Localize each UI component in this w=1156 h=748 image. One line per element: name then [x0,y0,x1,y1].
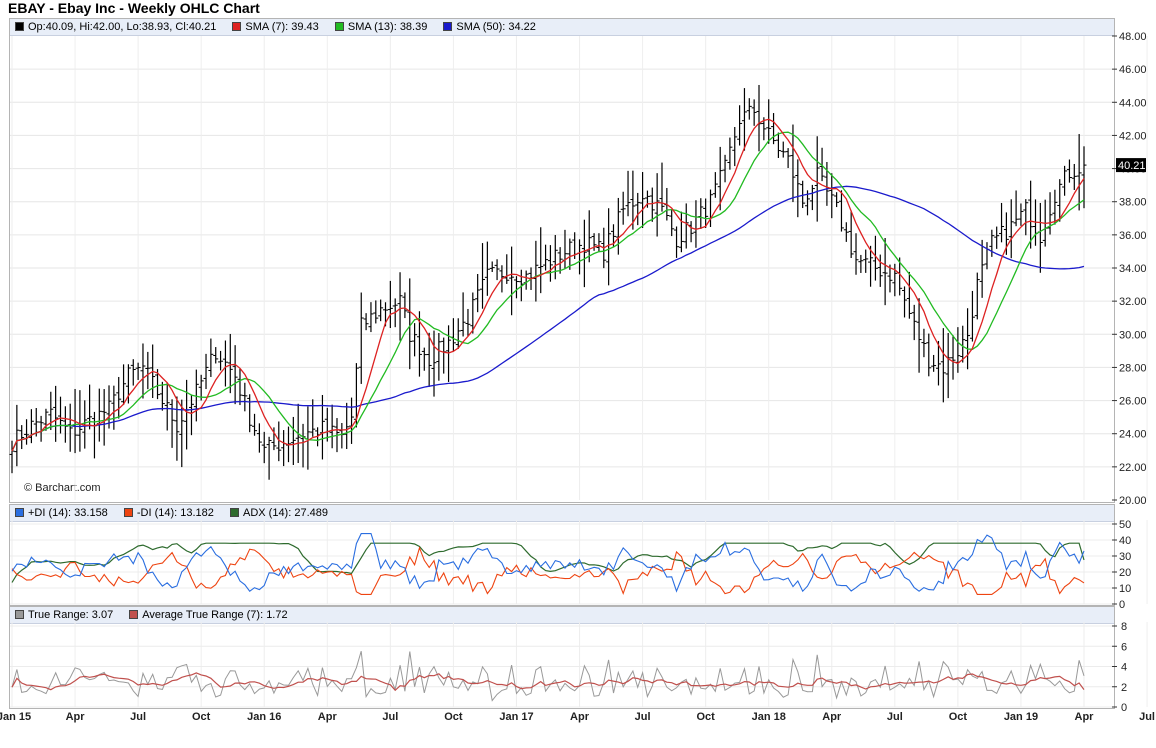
tr-tick-label: 6 [1121,641,1127,653]
price-tick-label: 22.00 [1119,462,1147,474]
x-axis-label: Oct [696,711,715,723]
chart-svg: 20.00 22.00 24.00 26.00 28.00 30.00 32.00 34.00… [9,31,1148,714]
price-tick-label: 38.00 [1119,197,1147,209]
x-axis-label: Apr [822,711,842,723]
x-axis-label: Jul [1139,711,1155,723]
x-axis-label: Apr [65,711,85,723]
x-axis-label: Oct [444,711,463,723]
price-tick-label: 24.00 [1119,429,1147,441]
tr-tick-label: 8 [1121,621,1127,633]
x-axis-label: Jan 15 [0,711,32,723]
tr-tick-label: 0 [1121,702,1127,714]
x-axis-label: Jul [130,711,147,723]
x-axis-label: Oct [192,711,211,723]
dmi-tick-label: 10 [1119,583,1131,595]
dmi-tick-label: 50 [1119,519,1131,531]
price-tick-label: 26.00 [1119,396,1147,408]
x-axis-label: Jul [634,711,651,723]
x-axis-label: Jan 18 [751,711,786,723]
plus-di-line [11,533,1085,593]
price-tick-label: 46.00 [1119,64,1147,76]
price-tick-label: 30.00 [1119,329,1147,341]
dmi-tick-label: 0 [1119,599,1125,611]
x-axis-label: Oct [948,711,968,723]
price-tick-label: 28.00 [1119,362,1147,374]
x-axis-label: Jul [382,711,399,723]
dmi-tick-label: 40 [1119,535,1131,547]
dmi-tick-label: 20 [1119,567,1131,579]
sma50-line [11,185,1085,452]
x-axis-label: Apr [317,711,337,723]
price-tick-label: 20.00 [1119,495,1147,507]
x-axis-label: Jan 17 [499,711,534,723]
x-axis-label: Jul [886,711,903,723]
x-axis-label: Jan 19 [1003,711,1039,723]
price-tick-label: 48.00 [1119,31,1147,43]
x-axis-label: Apr [1074,711,1094,723]
last-price-label: 40.21 [1118,160,1146,172]
true-range-line [11,651,1085,702]
tr-tick-label: 2 [1121,682,1127,694]
price-tick-label: 32.00 [1119,296,1147,308]
x-axis-label: Jan 16 [247,711,282,723]
price-tick-label: 34.00 [1119,263,1147,275]
price-tick-label: 44.00 [1119,97,1147,109]
tr-tick-label: 4 [1121,662,1127,674]
price-tick-label: 42.00 [1119,130,1147,142]
dmi-tick-label: 30 [1119,551,1131,563]
x-axis-label: Apr [570,711,589,723]
price-tick-label: 36.00 [1119,230,1147,242]
sma13-line [11,131,1085,452]
